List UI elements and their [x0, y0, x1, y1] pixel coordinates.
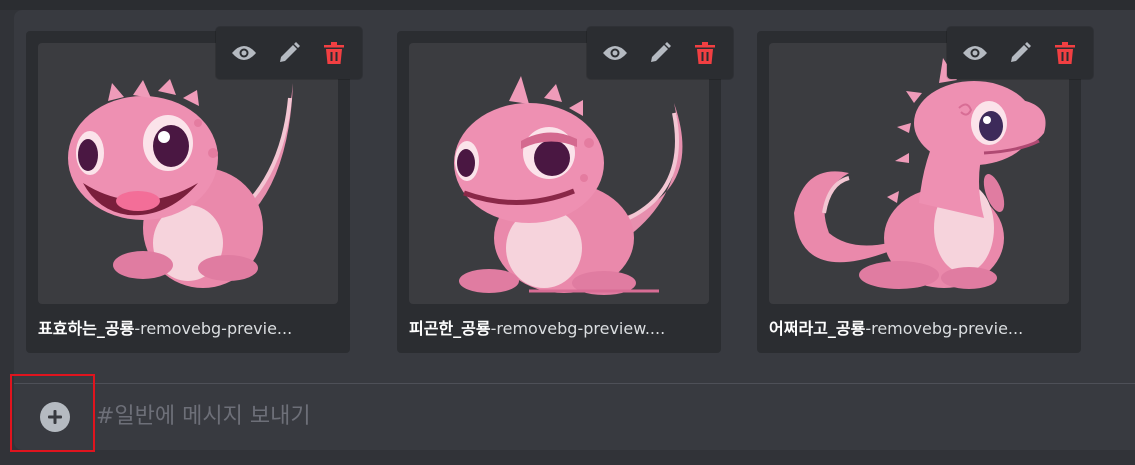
attachment-filename: 피곤한_공룡-removebg-preview....	[409, 319, 666, 338]
delete-button[interactable]	[687, 35, 723, 71]
view-button[interactable]	[597, 35, 633, 71]
edit-button[interactable]	[1002, 35, 1038, 71]
pencil-icon	[650, 42, 671, 62]
trash-icon	[1054, 42, 1075, 64]
message-input[interactable]: #일반에 메시지 보내기	[96, 400, 1096, 434]
attachment-actions	[216, 27, 362, 79]
attachment-image[interactable]	[409, 43, 709, 304]
eye-icon	[603, 46, 628, 60]
eye-icon	[232, 46, 257, 60]
eye-icon	[963, 46, 988, 60]
trash-icon	[323, 42, 344, 64]
view-button[interactable]	[957, 35, 993, 71]
trash-icon	[694, 42, 715, 64]
attachment-image[interactable]	[769, 43, 1069, 304]
attachment-card: 어쩌라고_공룡-removebg-previe...	[757, 27, 1093, 353]
attachment-card: 표효하는_공룡-removebg-previe...	[26, 27, 362, 353]
top-strip	[0, 0, 1135, 10]
attachment-image[interactable]	[38, 43, 338, 304]
edit-button[interactable]	[642, 35, 678, 71]
plus-circle-icon	[48, 410, 62, 424]
attachment-filename: 표효하는_공룡-removebg-previe...	[38, 319, 293, 338]
add-attachment-button[interactable]	[40, 402, 70, 432]
attachment-card: 피곤한_공룡-removebg-preview....	[397, 27, 733, 353]
attachment-actions	[947, 27, 1093, 79]
delete-button[interactable]	[316, 35, 352, 71]
composer-divider	[14, 383, 1135, 384]
delete-button[interactable]	[1047, 35, 1083, 71]
attachment-tray: 표효하는_공룡-removebg-previe... 피곤한_공룡-remove…	[23, 27, 1123, 353]
view-button[interactable]	[226, 35, 262, 71]
attachment-actions	[587, 27, 733, 79]
pencil-icon	[1010, 42, 1031, 62]
edit-button[interactable]	[271, 35, 307, 71]
attachment-filename: 어쩌라고_공룡-removebg-previe...	[769, 319, 1024, 338]
pencil-icon	[279, 42, 300, 62]
